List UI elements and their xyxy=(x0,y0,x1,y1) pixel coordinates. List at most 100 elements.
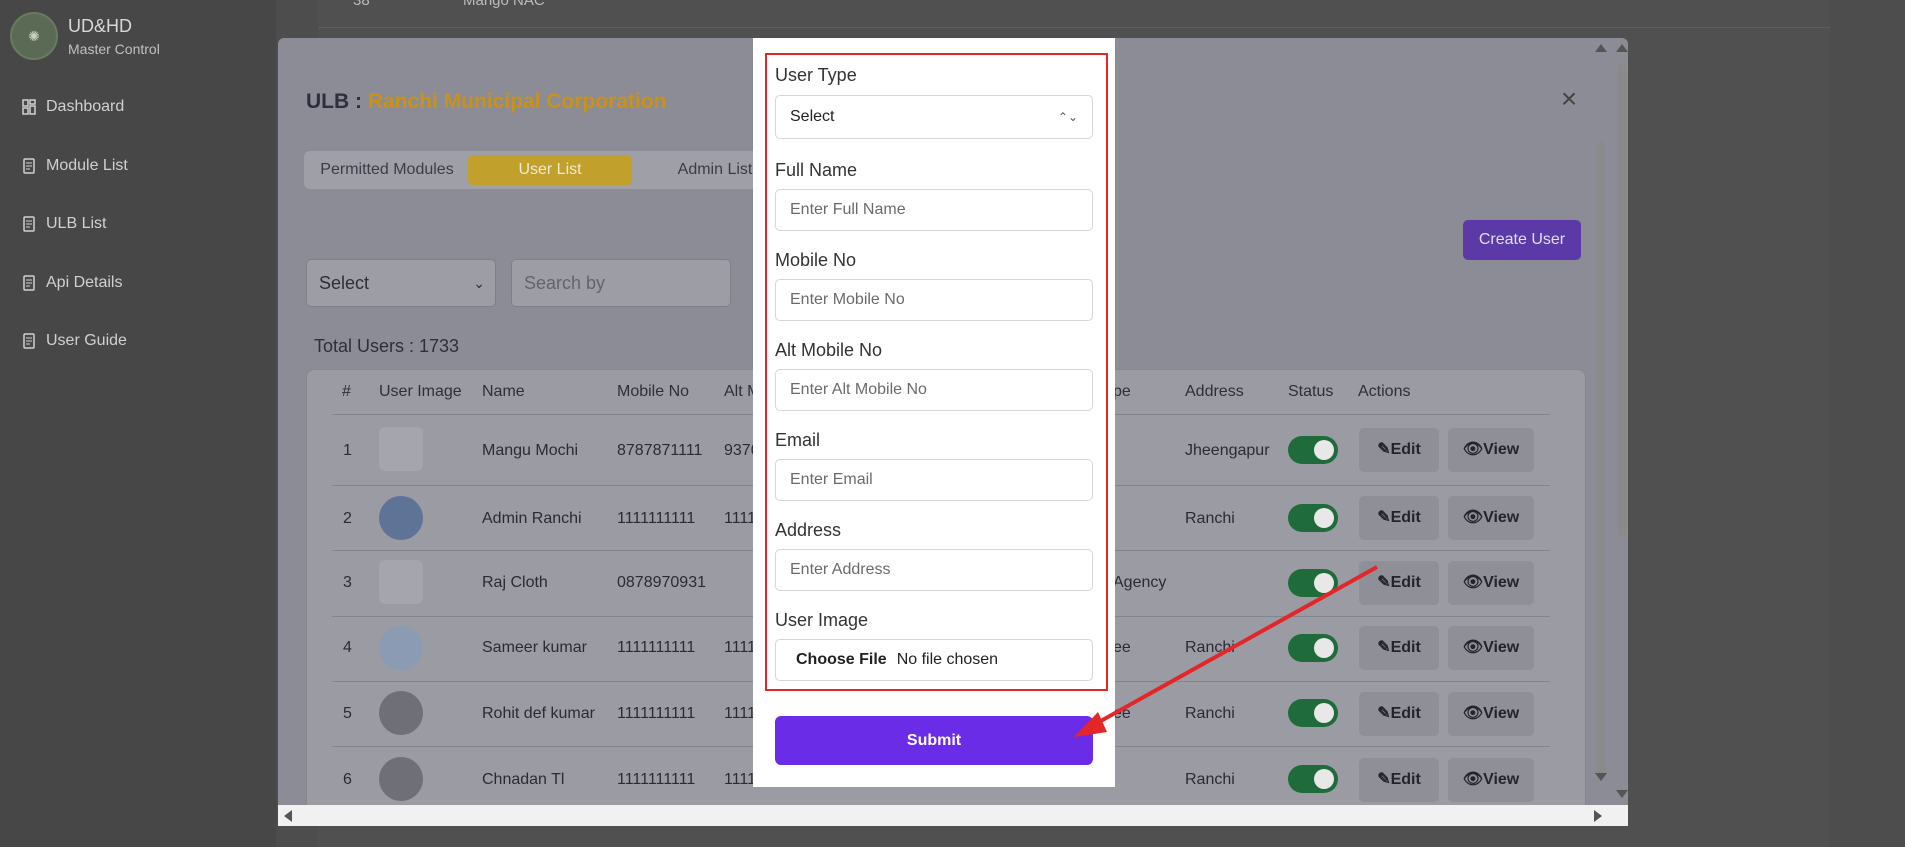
full-name-label: Full Name xyxy=(775,160,858,180)
tab-permitted-modules[interactable]: Permitted Modules xyxy=(312,155,462,185)
status-toggle[interactable] xyxy=(1288,504,1338,532)
sidebar-item-user-guide[interactable]: User Guide xyxy=(22,332,127,350)
modal-horizontal-scrollbar[interactable] xyxy=(278,805,1628,826)
search-input[interactable]: Search by xyxy=(511,259,731,307)
create-user-button[interactable]: Create User xyxy=(1463,220,1581,260)
scroll-up-icon[interactable] xyxy=(1595,44,1607,52)
scrollbar-thumb[interactable] xyxy=(1596,142,1606,780)
user-image-label: User Image xyxy=(775,610,869,630)
document-icon xyxy=(23,216,35,232)
ulb-name: Ranchi Municipal Corporation xyxy=(367,90,667,113)
row-alt-mobile: 1111 xyxy=(724,639,757,656)
scroll-down-icon[interactable] xyxy=(1616,790,1628,798)
chevron-down-icon: ⌄ xyxy=(473,275,485,291)
brand-title: UD&HD xyxy=(68,15,133,36)
row-name: Sameer kumar xyxy=(482,639,587,656)
total-users: Total Users : 1733 xyxy=(314,336,460,356)
view-button[interactable]: 👁View xyxy=(1448,496,1534,540)
address-label: Address xyxy=(775,520,842,540)
view-button[interactable]: 👁View xyxy=(1448,692,1534,736)
row-address: Ranchi xyxy=(1185,771,1235,788)
mobile-input[interactable]: Enter Mobile No xyxy=(775,279,1093,321)
scroll-up-icon[interactable] xyxy=(1616,44,1628,52)
email-label: Email xyxy=(775,430,821,450)
row-number: 5 xyxy=(343,705,352,722)
status-toggle[interactable] xyxy=(1288,765,1338,793)
edit-button[interactable]: ✎Edit xyxy=(1359,758,1439,802)
submit-button[interactable]: Submit xyxy=(775,716,1093,765)
document-icon xyxy=(23,333,35,349)
row-address: Jheengapur xyxy=(1185,442,1270,459)
alt-mobile-input[interactable]: Enter Alt Mobile No xyxy=(775,369,1093,411)
row-mobile: 1111111111 xyxy=(617,639,696,656)
choose-file-button[interactable]: Choose File xyxy=(796,651,887,668)
row-name: Chnadan Tl xyxy=(482,771,565,788)
row-mobile: 1111111111 xyxy=(617,510,696,527)
scroll-down-icon[interactable] xyxy=(1595,773,1607,781)
sidebar-item-dashboard[interactable]: Dashboard xyxy=(22,98,124,116)
document-icon xyxy=(23,158,35,174)
row-name: Raj Cloth xyxy=(482,574,548,591)
user-image-file-input[interactable]: Choose File No file chosen xyxy=(775,639,1093,681)
edit-button[interactable]: ✎Edit xyxy=(1359,561,1439,605)
edit-button[interactable]: ✎Edit xyxy=(1359,428,1439,472)
full-name-input[interactable]: Enter Full Name xyxy=(775,189,1093,231)
document-icon xyxy=(23,275,35,291)
row-number: 6 xyxy=(343,771,352,788)
row-address: Ranchi xyxy=(1185,639,1235,656)
row-name: Rohit def kumar xyxy=(482,705,595,722)
background-divider xyxy=(318,27,1830,28)
sidebar-item-module-list[interactable]: Module List xyxy=(22,157,128,175)
user-avatar xyxy=(379,626,423,670)
row-mobile: 1111111111 xyxy=(617,771,696,788)
scroll-left-icon[interactable] xyxy=(284,810,292,822)
sidebar-item-ulb-list[interactable]: ULB List xyxy=(22,215,106,233)
file-status: No file chosen xyxy=(896,651,999,668)
row-type: Agency xyxy=(1113,574,1167,591)
status-toggle[interactable] xyxy=(1288,436,1338,464)
status-toggle[interactable] xyxy=(1288,634,1338,662)
col-header-address: Address xyxy=(1185,383,1244,400)
email-input[interactable]: Enter Email xyxy=(775,459,1093,501)
col-header-name: Name xyxy=(482,383,525,400)
edit-button[interactable]: ✎Edit xyxy=(1359,626,1439,670)
status-toggle[interactable] xyxy=(1288,699,1338,727)
user-type-select[interactable]: Select ⌃⌄ xyxy=(775,95,1093,139)
row-address: Ranchi xyxy=(1185,510,1235,527)
user-type-label: User Type xyxy=(775,65,857,85)
edit-button[interactable]: ✎Edit xyxy=(1359,692,1439,736)
filter-select[interactable]: Select ⌄ xyxy=(306,259,496,307)
row-number: 4 xyxy=(343,639,352,656)
user-avatar xyxy=(379,496,423,540)
modal-vertical-scrollbar[interactable] xyxy=(1585,38,1628,826)
edit-button[interactable]: ✎Edit xyxy=(1359,496,1439,540)
col-header-mobile: Mobile No xyxy=(617,383,690,400)
sidebar: ✺ UD&HD Master Control Dashboard Module … xyxy=(0,0,276,847)
modal-title: ULB : Ranchi Municipal Corporation xyxy=(306,90,667,113)
row-type: ee xyxy=(1113,639,1131,656)
user-avatar xyxy=(379,691,423,735)
sidebar-item-label: ULB List xyxy=(46,215,107,232)
row-address: Ranchi xyxy=(1185,705,1235,722)
scrollbar-thumb[interactable] xyxy=(1617,64,1627,536)
brand: ✺ UD&HD Master Control xyxy=(10,12,160,60)
row-name: Mangu Mochi xyxy=(482,442,579,459)
scroll-right-icon[interactable] xyxy=(1594,810,1602,822)
user-avatar xyxy=(379,427,423,471)
sidebar-item-api-details[interactable]: Api Details xyxy=(22,274,122,292)
view-button[interactable]: 👁View xyxy=(1448,428,1534,472)
emblem-logo: ✺ xyxy=(10,12,58,60)
row-name: Admin Ranchi xyxy=(482,510,582,527)
tab-user-list[interactable]: User List xyxy=(468,155,632,185)
alt-mobile-label: Alt Mobile No xyxy=(775,340,883,360)
chevron-updown-icon: ⌃⌄ xyxy=(1057,110,1078,124)
address-input[interactable]: Enter Address xyxy=(775,549,1093,591)
background-row-name: Mango NAC xyxy=(463,0,545,9)
close-icon[interactable]: × xyxy=(1556,85,1582,113)
view-button[interactable]: 👁View xyxy=(1448,758,1534,802)
sidebar-item-label: User Guide xyxy=(46,332,127,349)
status-toggle[interactable] xyxy=(1288,569,1338,597)
row-number: 2 xyxy=(343,510,352,527)
view-button[interactable]: 👁View xyxy=(1448,561,1534,605)
view-button[interactable]: 👁View xyxy=(1448,626,1534,670)
